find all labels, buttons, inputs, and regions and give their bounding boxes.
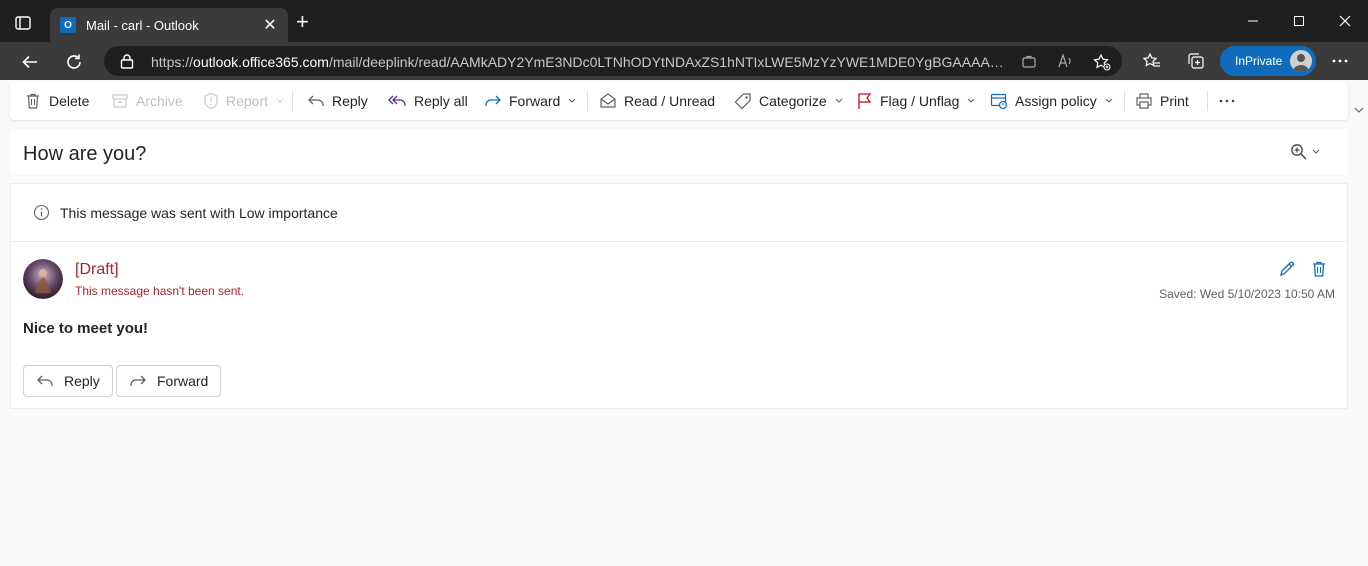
command-divider <box>1124 91 1125 111</box>
more-icon <box>1219 99 1235 103</box>
add-favorite-icon[interactable] <box>1093 53 1111 71</box>
close-window-button[interactable] <box>1322 0 1368 42</box>
more-actions-button[interactable] <box>1219 90 1242 112</box>
reply-all-label: Reply all <box>414 93 468 109</box>
delete-label: Delete <box>49 93 90 109</box>
flag-unflag-label: Flag / Unflag <box>880 93 960 109</box>
flag-icon <box>858 93 872 109</box>
message-card: This message was sent with Low importanc… <box>10 183 1348 409</box>
tab-actions-icon[interactable] <box>14 14 32 32</box>
print-button[interactable]: Print <box>1135 90 1189 112</box>
delete-draft-trash-icon[interactable] <box>1310 260 1328 283</box>
zoom-button[interactable] <box>1290 143 1320 161</box>
app-available-icon[interactable] <box>1021 53 1037 69</box>
browser-address-bar: https://outlook.office365.com/mail/deepl… <box>0 42 1368 80</box>
maximize-button[interactable] <box>1276 0 1322 42</box>
flag-unflag-button[interactable]: Flag / Unflag <box>857 90 982 112</box>
reply-all-icon <box>388 95 406 106</box>
importance-info-bar: This message was sent with Low importanc… <box>11 184 1347 242</box>
reply-pill-button[interactable]: Reply <box>23 365 113 397</box>
url-text: https://outlook.office365.com/mail/deepl… <box>151 54 1011 70</box>
envelope-open-icon <box>600 93 616 108</box>
forward-pill-label: Forward <box>157 373 209 389</box>
minimize-button[interactable] <box>1230 0 1276 42</box>
tab-title: Mail - carl - Outlook <box>86 17 199 33</box>
lock-icon[interactable] <box>120 53 134 74</box>
inprivate-profile-button[interactable]: InPrivate <box>1220 46 1316 76</box>
tab-close-icon[interactable]: ✕ <box>262 15 278 35</box>
forward-icon <box>485 95 501 106</box>
favorites-icon[interactable] <box>1142 52 1161 70</box>
outlook-favicon-icon: O <box>60 17 76 33</box>
importance-text: This message was sent with Low importanc… <box>60 204 338 221</box>
draft-not-sent-note: This message hasn't been sent. <box>75 284 245 298</box>
reply-all-button[interactable]: Reply all <box>387 90 468 112</box>
collections-icon[interactable] <box>1187 52 1205 70</box>
read-unread-button[interactable]: Read / Unread <box>599 90 715 112</box>
assign-policy-button[interactable]: Assign policy <box>990 90 1120 112</box>
trash-icon <box>27 93 39 109</box>
archive-icon <box>112 94 128 108</box>
saved-timestamp: Saved: Wed 5/10/2023 10:50 AM <box>1159 287 1335 301</box>
browser-tab-active[interactable]: O Mail - carl - Outlook ✕ <box>50 8 288 42</box>
report-label: Report <box>226 93 269 109</box>
archive-label: Archive <box>136 93 183 109</box>
subject-header: How are you? <box>10 129 1348 175</box>
scroll-chevron-down-icon[interactable] <box>1354 106 1364 114</box>
tag-icon <box>734 93 751 110</box>
chevron-down-icon <box>835 98 843 103</box>
print-label: Print <box>1160 93 1189 109</box>
browser-tab-strip: O Mail - carl - Outlook ✕ + <box>0 0 1368 42</box>
reply-icon <box>37 375 53 386</box>
shield-icon <box>204 92 218 110</box>
reply-label: Reply <box>332 93 368 109</box>
message-subject: How are you? <box>23 143 147 165</box>
forward-label: Forward <box>509 93 561 109</box>
chevron-down-icon <box>276 98 284 103</box>
url-path: /mail/deeplink/read/AAMkADY2YmE3NDc0LTNh… <box>328 54 1011 70</box>
forward-icon <box>130 375 146 386</box>
browser-menu-icon[interactable] <box>1331 52 1349 70</box>
info-icon <box>33 204 50 221</box>
read-aloud-icon[interactable] <box>1057 53 1073 69</box>
message-body: Nice to meet you! <box>23 320 149 337</box>
read-unread-label: Read / Unread <box>624 93 716 109</box>
chevron-down-icon <box>967 98 975 103</box>
command-divider <box>587 91 588 111</box>
categorize-button[interactable]: Categorize <box>734 90 850 112</box>
categorize-label: Categorize <box>759 93 827 109</box>
url-field[interactable]: https://outlook.office365.com/mail/deepl… <box>104 46 1122 76</box>
url-scheme: https:// <box>151 54 194 70</box>
chevron-down-icon <box>568 98 576 103</box>
chevron-down-icon <box>1312 149 1320 154</box>
command-divider <box>1207 91 1208 111</box>
policy-icon <box>990 93 1008 110</box>
refresh-icon[interactable] <box>63 51 85 73</box>
assign-policy-label: Assign policy <box>1015 93 1097 109</box>
forward-pill-button[interactable]: Forward <box>116 365 222 397</box>
reply-icon <box>308 95 324 106</box>
reply-button[interactable]: Reply <box>307 90 368 112</box>
edit-pencil-icon[interactable] <box>1278 260 1296 283</box>
print-icon <box>1136 93 1152 109</box>
archive-button[interactable]: Archive <box>111 90 183 112</box>
profile-avatar-icon <box>1290 50 1312 72</box>
new-tab-icon[interactable]: + <box>296 11 309 33</box>
draft-label[interactable]: [Draft] <box>75 261 119 279</box>
window-controls <box>1230 0 1368 42</box>
forward-button[interactable]: Forward <box>484 90 583 112</box>
message-command-bar: Delete Archive Report Reply Reply all Fo… <box>10 82 1348 120</box>
inprivate-label: InPrivate <box>1235 54 1283 68</box>
command-divider <box>292 91 293 111</box>
chevron-down-icon <box>1105 98 1113 103</box>
zoom-in-icon <box>1291 144 1307 160</box>
sender-avatar[interactable] <box>23 259 63 299</box>
report-button[interactable]: Report <box>203 90 291 112</box>
delete-button[interactable]: Delete <box>24 90 89 112</box>
back-arrow-icon[interactable] <box>19 51 41 73</box>
url-host: outlook.office365.com <box>193 54 329 70</box>
reply-pill-label: Reply <box>64 373 100 389</box>
